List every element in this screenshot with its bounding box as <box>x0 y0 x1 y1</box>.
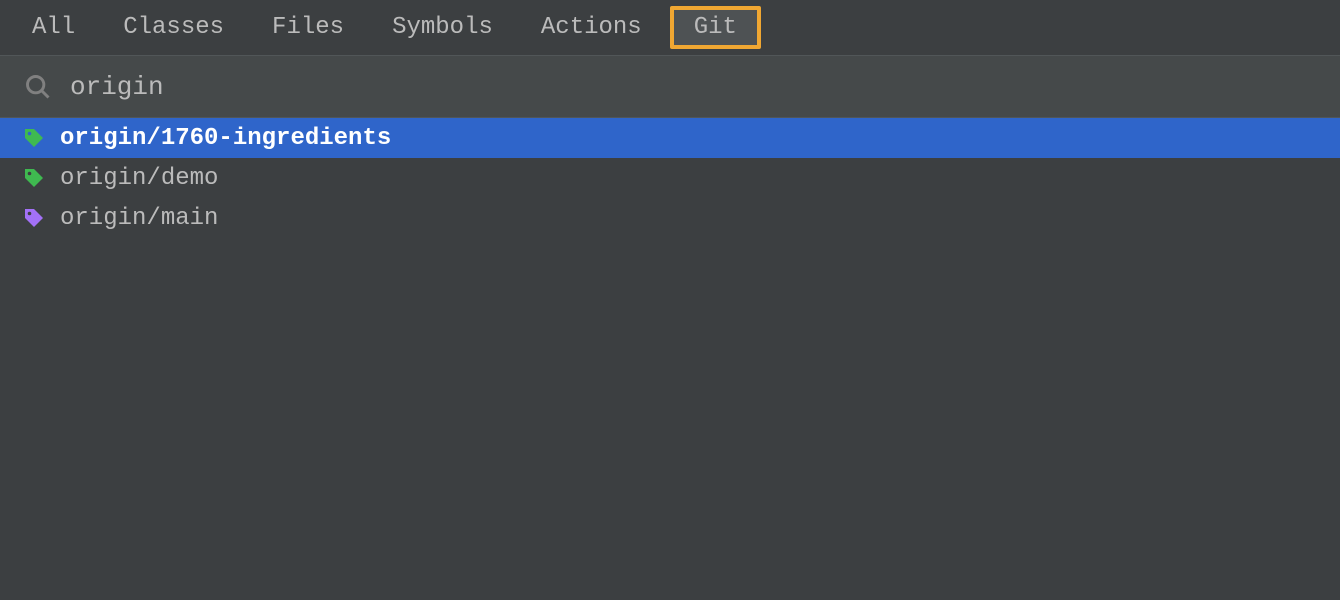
results-list: origin/1760-ingredients origin/demo orig… <box>0 118 1340 238</box>
result-label: origin/1760-ingredients <box>60 125 391 152</box>
tab-git[interactable]: Git <box>670 6 761 49</box>
tag-icon <box>22 206 46 230</box>
tabs-bar: All Classes Files Symbols Actions Git <box>0 0 1340 56</box>
tab-symbols[interactable]: Symbols <box>372 6 513 49</box>
tag-icon <box>22 166 46 190</box>
search-bar <box>0 56 1340 118</box>
result-label: origin/main <box>60 205 218 232</box>
result-label: origin/demo <box>60 165 218 192</box>
search-input[interactable] <box>70 72 1340 102</box>
tab-files[interactable]: Files <box>252 6 364 49</box>
result-item[interactable]: origin/1760-ingredients <box>0 118 1340 158</box>
tab-actions[interactable]: Actions <box>521 6 662 49</box>
result-item[interactable]: origin/demo <box>0 158 1340 198</box>
tab-classes[interactable]: Classes <box>103 6 244 49</box>
tag-icon <box>22 126 46 150</box>
tab-all[interactable]: All <box>12 6 95 49</box>
search-icon <box>24 73 52 101</box>
result-item[interactable]: origin/main <box>0 198 1340 238</box>
